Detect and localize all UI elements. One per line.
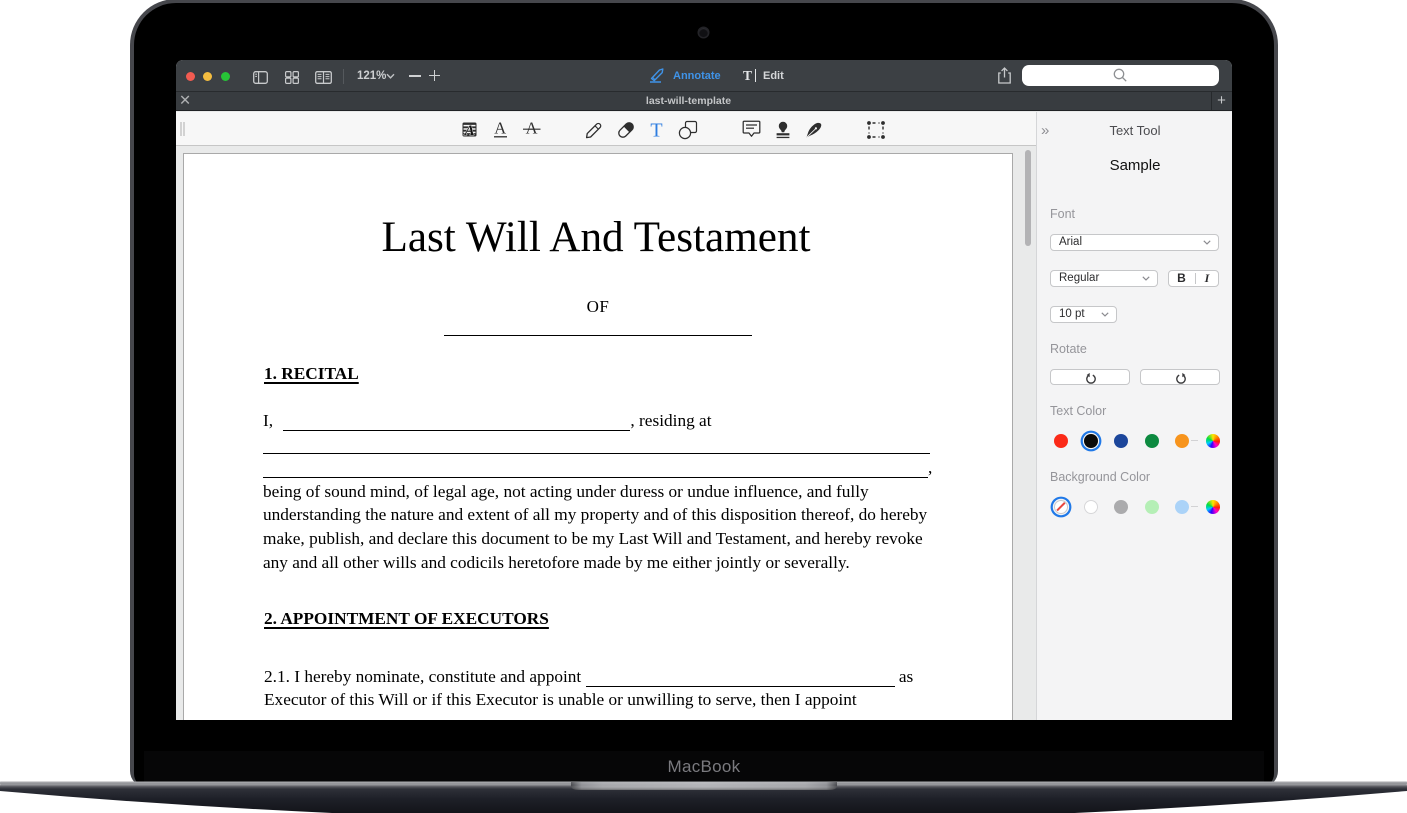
svg-text:A: A <box>464 123 475 137</box>
svg-text:T: T <box>650 119 662 140</box>
svg-text:A: A <box>494 120 506 138</box>
